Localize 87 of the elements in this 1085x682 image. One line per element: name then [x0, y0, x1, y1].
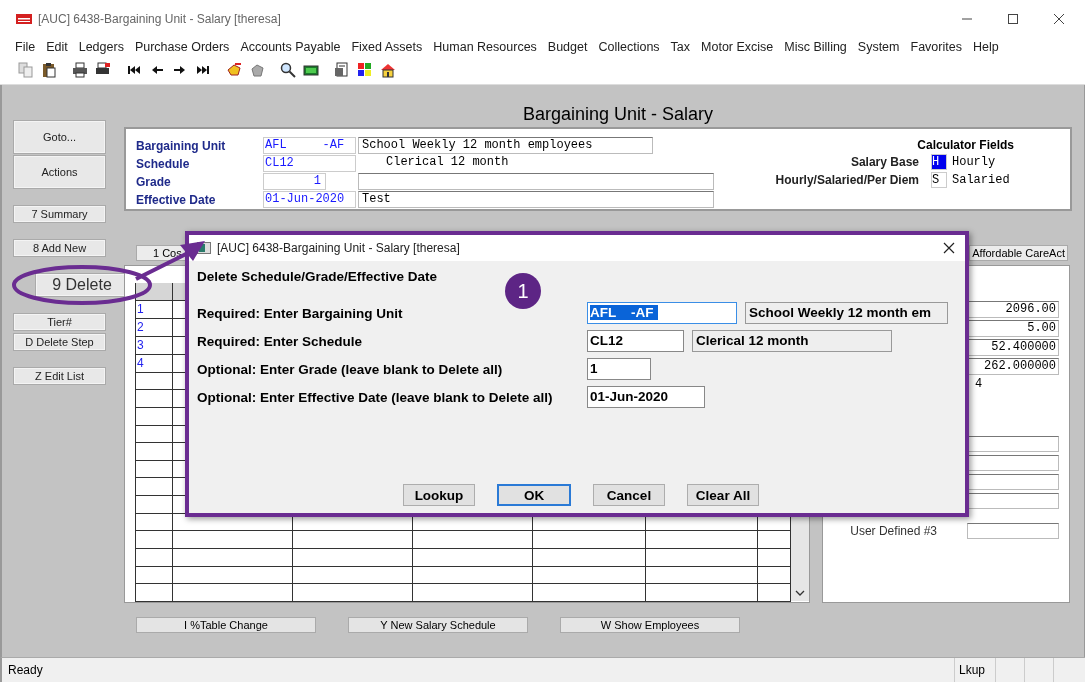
- field-label: Hourly/Salaried/Per Diem: [775, 173, 919, 187]
- field-label: Required: Enter Schedule: [197, 333, 364, 349]
- field-label: Optional: Enter Grade (leave blank to Delete all): [197, 361, 504, 377]
- close-icon[interactable]: [1053, 13, 1065, 25]
- input-field[interactable]: CL12: [587, 330, 684, 352]
- input-field[interactable]: 1: [587, 358, 651, 380]
- dialog-button[interactable]: Cancel: [593, 484, 665, 506]
- field-label: Effective Date: [136, 192, 217, 209]
- action-button[interactable]: W Show Employees: [560, 617, 740, 633]
- close-icon[interactable]: [943, 242, 955, 254]
- menu-item[interactable]: Favorites: [910, 40, 962, 54]
- monitor-icon[interactable]: [303, 62, 319, 78]
- sidebar-button[interactable]: Z Edit List: [14, 368, 105, 384]
- action-button[interactable]: Y New Salary Schedule: [348, 617, 528, 633]
- status-text: Lkup: [954, 658, 995, 682]
- menu-item[interactable]: Motor Excise: [701, 40, 774, 54]
- menu-item[interactable]: Accounts Payable: [240, 40, 341, 54]
- field-text: School Weekly 12 month em: [745, 302, 948, 324]
- menu-item[interactable]: File: [15, 40, 36, 54]
- input-field[interactable]: S: [931, 172, 947, 188]
- menu-item[interactable]: Collections: [598, 40, 660, 54]
- dialog-button[interactable]: OK: [497, 484, 571, 506]
- field-label: Grade: [136, 174, 172, 191]
- menu-item[interactable]: Human Resources: [433, 40, 537, 54]
- input-field[interactable]: 01-Jun-2020: [587, 386, 705, 408]
- field-label: Bargaining Unit: [136, 138, 227, 155]
- sidebar-button[interactable]: D Delete Step: [14, 334, 105, 350]
- paste-icon[interactable]: [41, 62, 57, 78]
- input-field[interactable]: [967, 493, 1059, 509]
- maximize-icon[interactable]: [1007, 13, 1019, 25]
- menu-item[interactable]: Edit: [46, 40, 68, 54]
- search-icon[interactable]: [280, 62, 296, 78]
- row-number[interactable]: 1: [136, 300, 173, 318]
- field-label: Required: Enter Bargaining Unit: [197, 305, 404, 321]
- field-label: Salary Base: [850, 155, 919, 169]
- input-field[interactable]: [358, 173, 714, 190]
- tab-button[interactable]: Affordable CareAct: [969, 245, 1068, 261]
- input-field[interactable]: [967, 455, 1059, 471]
- menu-item[interactable]: Help: [972, 40, 999, 54]
- field-label: Schedule: [136, 156, 191, 173]
- input-field[interactable]: School Weekly 12 month employees: [358, 137, 653, 154]
- row-number[interactable]: 3: [136, 336, 173, 354]
- color-grid-icon[interactable]: [357, 62, 373, 78]
- field-text: 4: [975, 377, 983, 391]
- input-field[interactable]: H: [931, 154, 947, 170]
- report-icon[interactable]: [334, 62, 350, 78]
- menu-item[interactable]: Purchase Orders: [134, 40, 230, 54]
- input-field[interactable]: AFL -AF: [587, 302, 737, 324]
- sidebar-button[interactable]: 8 Add New: [14, 240, 105, 256]
- row-number[interactable]: 2: [136, 318, 173, 336]
- input-field[interactable]: 1: [263, 173, 326, 190]
- dialog-title: [AUC] 6438-Bargaining Unit - Salary [theresa]: [217, 241, 461, 255]
- menu-item[interactable]: Budget: [547, 40, 588, 54]
- window-title: [AUC] 6438-Bargaining Unit - Salary [theresa]: [38, 12, 281, 26]
- dialog-button[interactable]: Lookup: [403, 484, 475, 506]
- input-field[interactable]: 01-Jun-2020: [263, 191, 356, 208]
- screen-heading: Bargaining Unit - Salary: [521, 103, 715, 126]
- field-text: Clerical 12 month: [692, 330, 892, 352]
- input-field[interactable]: Test: [358, 191, 714, 208]
- input-field[interactable]: AFL -AF: [263, 137, 356, 154]
- menu-item[interactable]: Tax: [670, 40, 691, 54]
- menu-item[interactable]: Fixed Assets: [351, 40, 423, 54]
- app-logo-icon: [16, 14, 32, 24]
- field-text: Salaried: [952, 173, 1011, 187]
- field-label: User Defined #3: [850, 524, 937, 538]
- printer-icon[interactable]: [72, 62, 88, 78]
- field-text: Hourly: [952, 155, 997, 169]
- status-text: Ready: [7, 663, 44, 677]
- sidebar-button[interactable]: 7 Summary: [14, 206, 105, 222]
- field-label: Optional: Enter Effective Date (leave blank to Delete all): [197, 389, 554, 405]
- input-field[interactable]: [967, 523, 1059, 539]
- home-icon[interactable]: [380, 62, 396, 78]
- field-text: Clerical 12 month: [385, 155, 510, 170]
- sidebar-button[interactable]: Actions: [14, 156, 105, 188]
- input-field[interactable]: [967, 474, 1059, 490]
- sidebar-button[interactable]: Goto...: [14, 121, 105, 153]
- input-field[interactable]: [967, 436, 1059, 452]
- sidebar-button[interactable]: Tier#: [14, 314, 105, 330]
- dialog-button[interactable]: Clear All: [687, 484, 759, 506]
- action-button[interactable]: I %Table Change: [136, 617, 316, 633]
- row-number[interactable]: 4: [136, 354, 173, 372]
- menu-item[interactable]: Misc Billing: [784, 40, 847, 54]
- section-title: Calculator Fields: [917, 137, 1014, 153]
- input-field[interactable]: CL12: [263, 155, 356, 172]
- menu-item[interactable]: Ledgers: [78, 40, 124, 54]
- chevron-down-icon[interactable]: [795, 589, 805, 597]
- menu-item[interactable]: System: [857, 40, 900, 54]
